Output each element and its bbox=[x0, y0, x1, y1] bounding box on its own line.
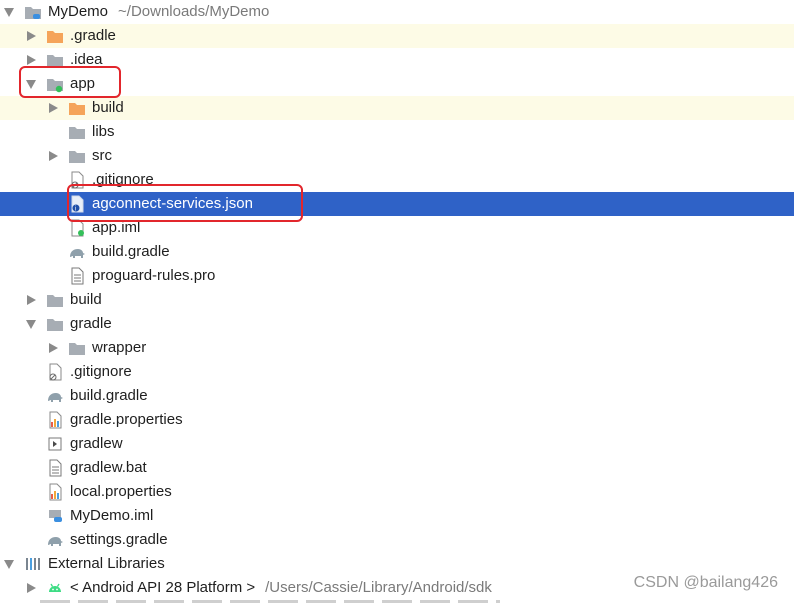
tree-row-gradle-dir[interactable]: .gradle bbox=[0, 24, 794, 48]
folder-icon bbox=[46, 315, 64, 333]
wrapper-label: wrapper bbox=[92, 339, 147, 356]
project-tree: MyDemo ~/Downloads/MyDemo .gradle .idea … bbox=[0, 0, 794, 600]
ignore-file-icon bbox=[46, 363, 64, 381]
gradlew-bat-label: gradlew.bat bbox=[70, 459, 147, 476]
tree-row-app-libs[interactable]: libs bbox=[0, 120, 794, 144]
chevron-right-icon[interactable] bbox=[26, 576, 36, 600]
properties-file-icon bbox=[46, 483, 64, 501]
tree-row-gradlew-bat[interactable]: gradlew.bat bbox=[0, 456, 794, 480]
tree-row-app-src[interactable]: src bbox=[0, 144, 794, 168]
excluded-folder-icon bbox=[68, 99, 86, 117]
gradle-elephant-icon bbox=[68, 243, 86, 261]
app-build-label: build bbox=[92, 99, 124, 116]
module-file-icon bbox=[68, 219, 86, 237]
chevron-right-icon[interactable] bbox=[26, 48, 36, 72]
gradle-elephant-icon bbox=[46, 531, 64, 549]
folder-icon bbox=[68, 339, 86, 357]
gradlew-label: gradlew bbox=[70, 435, 123, 452]
app-dir-label: app bbox=[70, 75, 96, 92]
root-build-gradle-label: build.gradle bbox=[70, 387, 148, 404]
idea-dir-label: .idea bbox=[70, 51, 103, 68]
tree-row-local-properties[interactable]: local.properties bbox=[0, 480, 794, 504]
tree-row-app-build-gradle[interactable]: build.gradle bbox=[0, 240, 794, 264]
tree-row-external-libraries[interactable]: External Libraries bbox=[0, 552, 794, 576]
android-sdk-label: < Android API 28 Platform > bbox=[70, 579, 256, 596]
tree-row-app-build[interactable]: build bbox=[0, 96, 794, 120]
module-folder-icon bbox=[24, 3, 42, 21]
mydemo-iml-label: MyDemo.iml bbox=[70, 507, 154, 524]
gradle-properties-label: gradle.properties bbox=[70, 411, 183, 428]
app-gitignore-label: .gitignore bbox=[92, 171, 154, 188]
folder-icon bbox=[46, 291, 64, 309]
folder-icon bbox=[46, 51, 64, 69]
tree-row-gradle-properties[interactable]: gradle.properties bbox=[0, 408, 794, 432]
local-properties-label: local.properties bbox=[70, 483, 172, 500]
app-build-gradle-label: build.gradle bbox=[92, 243, 170, 260]
external-libraries-label: External Libraries bbox=[48, 555, 165, 572]
chevron-right-icon[interactable] bbox=[48, 336, 58, 360]
ignore-file-icon bbox=[68, 171, 86, 189]
settings-gradle-label: settings.gradle bbox=[70, 531, 168, 548]
library-icon bbox=[24, 555, 42, 573]
tree-row-root-gitignore[interactable]: .gitignore bbox=[0, 360, 794, 384]
tree-row-agconnect-json[interactable]: i agconnect-services.json bbox=[0, 192, 794, 216]
tree-row-settings-gradle[interactable]: settings.gradle bbox=[0, 528, 794, 552]
module-file-icon bbox=[46, 507, 64, 525]
tree-row-gradle-folder[interactable]: gradle bbox=[0, 312, 794, 336]
tree-row-idea-dir[interactable]: .idea bbox=[0, 48, 794, 72]
proguard-label: proguard-rules.pro bbox=[92, 267, 216, 284]
chevron-right-icon[interactable] bbox=[26, 24, 36, 48]
android-sdk-path: /Users/Cassie/Library/Android/sdk bbox=[265, 579, 492, 596]
android-icon bbox=[46, 579, 64, 597]
tree-row-root-build-gradle[interactable]: build.gradle bbox=[0, 384, 794, 408]
chevron-right-icon[interactable] bbox=[26, 288, 36, 312]
text-file-icon bbox=[46, 459, 64, 477]
gradle-elephant-icon bbox=[46, 387, 64, 405]
tree-row-app-dir[interactable]: app bbox=[0, 72, 794, 96]
tree-row-mydemo-iml[interactable]: MyDemo.iml bbox=[0, 504, 794, 528]
chevron-down-icon[interactable] bbox=[26, 312, 36, 336]
build-dir-label: build bbox=[70, 291, 102, 308]
tree-row-root[interactable]: MyDemo ~/Downloads/MyDemo bbox=[0, 0, 794, 24]
app-libs-label: libs bbox=[92, 123, 115, 140]
root-name: MyDemo bbox=[48, 3, 109, 20]
tree-row-build-dir[interactable]: build bbox=[0, 288, 794, 312]
chevron-right-icon[interactable] bbox=[48, 96, 58, 120]
app-src-label: src bbox=[92, 147, 112, 164]
folder-icon bbox=[68, 147, 86, 165]
folder-icon bbox=[68, 123, 86, 141]
app-iml-label: app.iml bbox=[92, 219, 141, 236]
module-folder-icon bbox=[46, 75, 64, 93]
chevron-right-icon[interactable] bbox=[48, 144, 58, 168]
watermark: CSDN @bailang426 bbox=[633, 574, 778, 591]
tree-row-app-gitignore[interactable]: .gitignore bbox=[0, 168, 794, 192]
tree-row-wrapper[interactable]: wrapper bbox=[0, 336, 794, 360]
clipped-row bbox=[40, 598, 500, 604]
chevron-down-icon[interactable] bbox=[4, 0, 14, 24]
root-path: ~/Downloads/MyDemo bbox=[118, 3, 270, 20]
excluded-folder-icon bbox=[46, 27, 64, 45]
script-file-icon bbox=[46, 435, 64, 453]
properties-file-icon bbox=[46, 411, 64, 429]
tree-row-app-iml[interactable]: app.iml bbox=[0, 216, 794, 240]
gradle-folder-label: gradle bbox=[70, 315, 112, 332]
text-file-icon bbox=[68, 267, 86, 285]
root-gitignore-label: .gitignore bbox=[70, 363, 132, 380]
gradle-dir-label: .gradle bbox=[70, 27, 116, 44]
json-file-icon: i bbox=[68, 195, 86, 213]
agconnect-json-label: agconnect-services.json bbox=[92, 195, 253, 212]
chevron-down-icon[interactable] bbox=[4, 552, 14, 576]
chevron-down-icon[interactable] bbox=[26, 72, 36, 96]
tree-row-gradlew[interactable]: gradlew bbox=[0, 432, 794, 456]
tree-row-proguard[interactable]: proguard-rules.pro bbox=[0, 264, 794, 288]
